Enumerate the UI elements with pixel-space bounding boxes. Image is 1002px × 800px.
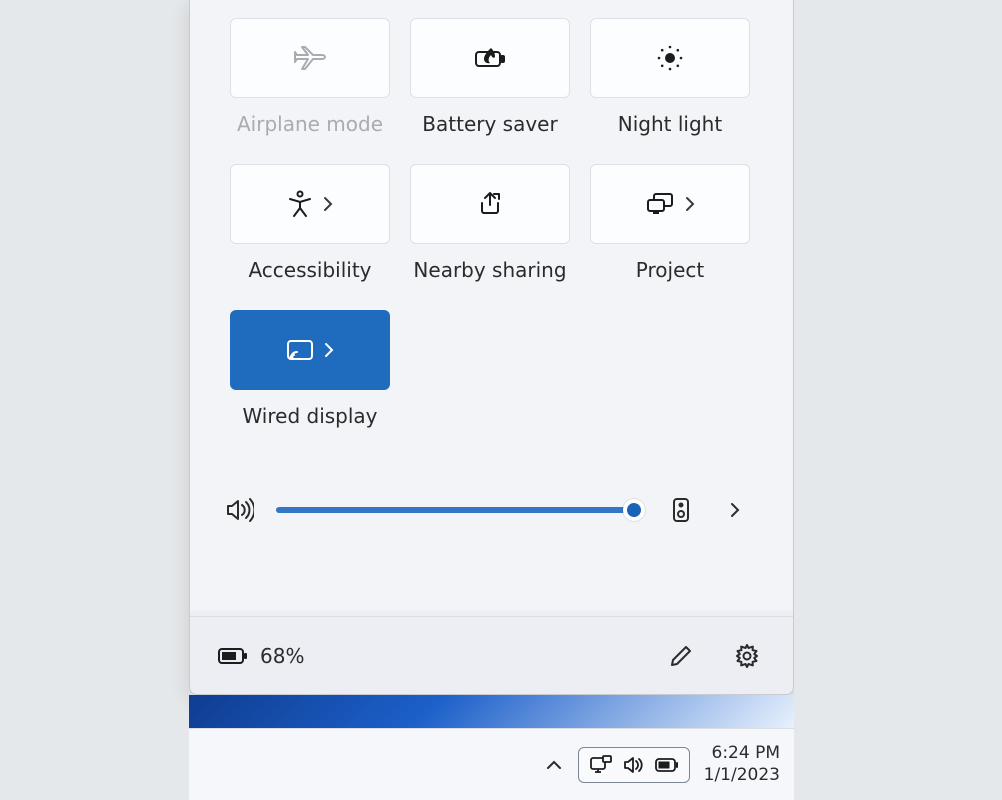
tile-label: Project [636,258,704,282]
tile-project: Project [590,164,750,282]
tile-label: Wired display [242,404,377,428]
tile-label: Airplane mode [237,112,383,136]
project-button[interactable] [590,164,750,244]
tile-accessibility: Accessibility [230,164,390,282]
speaker-tray-icon [623,756,645,774]
bottom-actions [663,638,765,674]
night-light-icon [655,43,685,73]
battery-saver-icon [474,46,506,70]
battery-status[interactable]: 68% [218,644,304,668]
wired-display-button[interactable] [230,310,390,390]
battery-percent-label: 68% [260,644,304,668]
panel-bottom-bar: 68% [190,616,793,694]
taskbar-clock[interactable]: 6:24 PM 1/1/2023 [698,743,786,786]
battery-saver-button[interactable] [410,18,570,98]
tile-label: Night light [618,112,722,136]
speaker-icon[interactable] [222,492,258,528]
tile-label: Nearby sharing [413,258,566,282]
cast-icon [286,339,314,361]
chevron-right-icon [323,196,333,212]
night-light-button[interactable] [590,18,750,98]
share-icon [476,191,504,217]
accessibility-button[interactable] [230,164,390,244]
volume-row [190,468,793,552]
chevron-right-icon [685,196,695,212]
tile-label: Accessibility [248,258,371,282]
chevron-right-icon [324,342,334,358]
tile-label: Battery saver [422,112,557,136]
airplane-mode-button[interactable] [230,18,390,98]
battery-tray-icon [655,758,679,772]
desktop-wallpaper-sliver [189,695,794,728]
tiles-area: Airplane mode Battery saver [190,0,793,438]
quick-settings-panel: Airplane mode Battery saver [189,0,794,695]
tiles-grid: Airplane mode Battery saver [230,18,753,428]
network-icon [589,754,613,776]
volume-slider[interactable] [276,498,645,522]
slider-track [276,507,645,513]
battery-icon [218,647,248,665]
slider-fill [276,507,634,513]
right-empty-region [794,0,1002,800]
tile-wired-display: Wired display [230,310,390,428]
tile-battery-saver: Battery saver [410,18,570,136]
tray-quick-settings-cluster[interactable] [578,747,690,783]
clock-date: 1/1/2023 [704,765,780,786]
settings-button[interactable] [729,638,765,674]
clock-time: 6:24 PM [712,743,781,764]
airplane-icon [293,45,327,71]
edit-button[interactable] [663,638,699,674]
nearby-sharing-button[interactable] [410,164,570,244]
slider-thumb[interactable] [623,499,645,521]
tile-airplane: Airplane mode [230,18,390,136]
tile-nearby-sharing: Nearby sharing [410,164,570,282]
taskbar: 6:24 PM 1/1/2023 [189,728,794,800]
audio-flyout-chevron[interactable] [717,492,753,528]
tile-night-light: Night light [590,18,750,136]
tray-overflow-chevron[interactable] [538,749,570,781]
system-tray: 6:24 PM 1/1/2023 [538,743,786,786]
project-icon [645,192,675,216]
audio-output-icon[interactable] [663,492,699,528]
accessibility-icon [287,190,313,218]
